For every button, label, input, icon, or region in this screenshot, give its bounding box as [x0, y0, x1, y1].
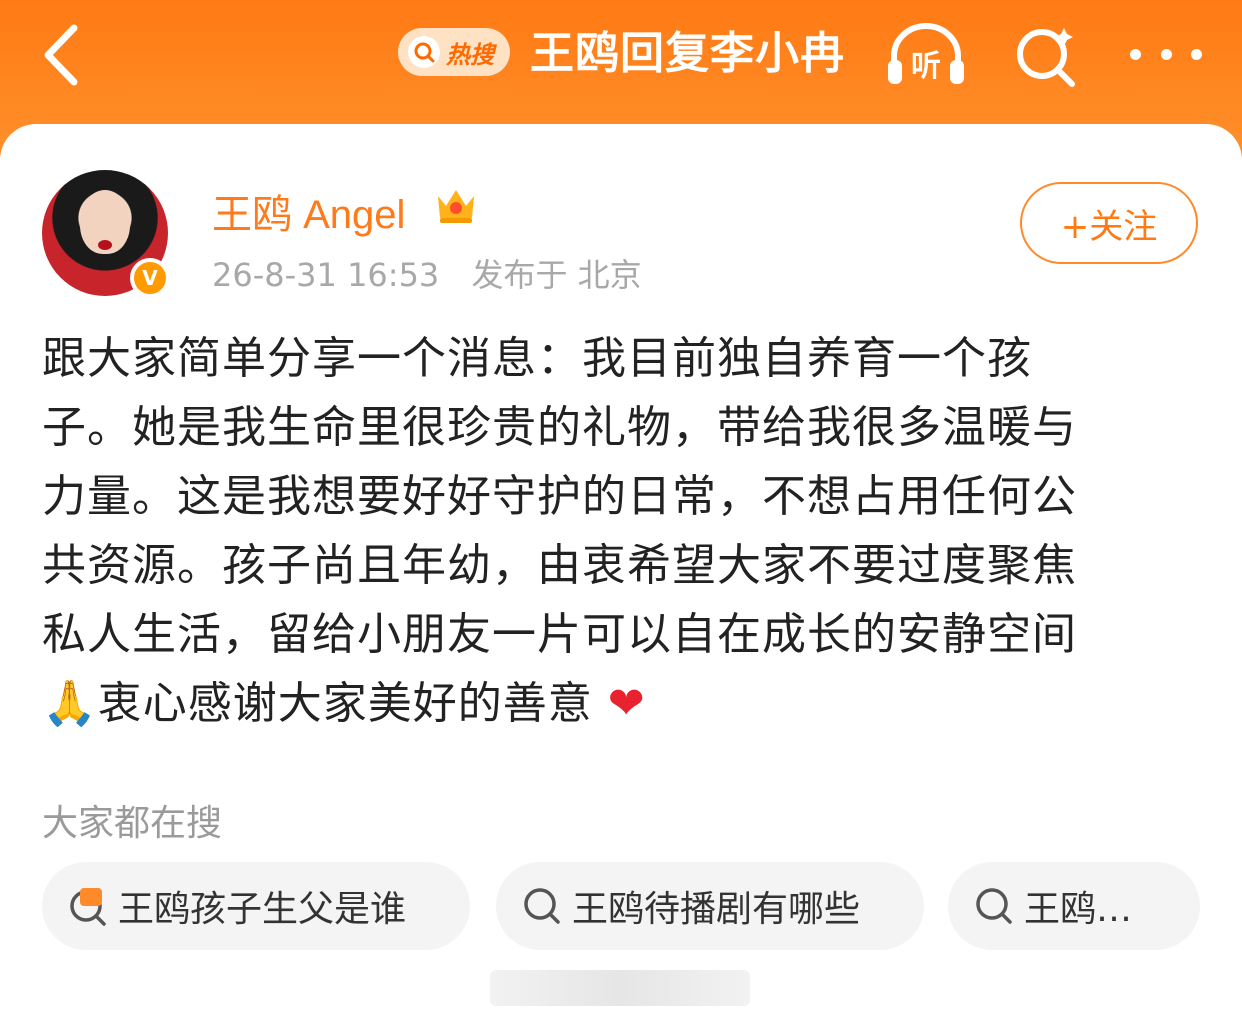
trending-chip-text: 王鸥待播剧有哪些: [572, 889, 861, 930]
hot-search-badge[interactable]: 热搜: [398, 28, 510, 76]
post-line: 共资源。孩子尚且年幼，由衷希望大家不要过度聚焦: [42, 540, 1077, 591]
listen-button[interactable]: 听: [884, 22, 968, 88]
verified-badge-icon: V: [130, 258, 170, 298]
hot-search-label: 热搜: [446, 40, 494, 69]
more-dot-icon: [1191, 48, 1202, 60]
trending-chip[interactable]: 王鸥…: [948, 862, 1200, 950]
search-button[interactable]: [1012, 22, 1078, 88]
trending-chip[interactable]: 王鸥孩子生父是谁: [42, 862, 470, 950]
loading-placeholder: [490, 970, 750, 1006]
post-line: 子。她是我生命里很珍贵的礼物，带给我很多温暖与: [42, 402, 1077, 453]
more-button[interactable]: [1130, 36, 1202, 72]
search-icon: [1017, 28, 1075, 87]
trending-chip[interactable]: 王鸥待播剧有哪些: [496, 862, 924, 950]
back-arrow-icon: [44, 24, 78, 86]
post-card: V 王鸥 Angel 26-8-31 16:53 发布于 北京 +关注 跟大家简…: [0, 124, 1242, 1018]
post-line-last: 🙏衷心感谢大家美好的善意 ❤: [42, 669, 1182, 738]
headphones-icon: 听: [888, 23, 964, 84]
trending-label: 大家都在搜: [42, 803, 223, 844]
post-line: 跟大家简单分享一个消息：我目前独自养育一个孩: [42, 333, 1032, 384]
heart-icon: ❤: [607, 678, 646, 729]
username[interactable]: 王鸥 Angel: [212, 182, 405, 240]
post-timestamp: 26-8-31 16:53: [212, 256, 440, 294]
svg-text:听: 听: [911, 49, 941, 84]
hot-search-icon: [70, 888, 106, 926]
more-dot-icon: [1130, 48, 1141, 60]
praying-hands-icon: 🙏: [42, 678, 98, 729]
search-icon: [524, 888, 560, 924]
back-button[interactable]: [30, 22, 90, 88]
post-line: 私人生活，留给小朋友一片可以自在成长的安静空间: [42, 609, 1077, 660]
post-location: 发布于 北京: [471, 256, 642, 294]
trending-chips: 王鸥孩子生父是谁 王鸥待播剧有哪些 王鸥…: [42, 862, 1202, 952]
more-dot-icon: [1160, 48, 1172, 60]
avatar[interactable]: V: [42, 170, 172, 300]
follow-button[interactable]: +关注: [1020, 182, 1198, 264]
crown-icon: [438, 190, 474, 223]
post-line: 力量。这是我想要好好守护的日常，不想占用任何公: [42, 471, 1077, 522]
trending-chip-text: 王鸥孩子生父是谁: [118, 889, 407, 930]
post-line-text: 衷心感谢大家美好的善意: [97, 678, 593, 729]
trending-chip-text: 王鸥…: [1024, 889, 1133, 930]
post-body: 跟大家简单分享一个消息：我目前独自养育一个孩 子。她是我生命里很珍贵的礼物，带给…: [42, 324, 1182, 738]
search-icon: [408, 36, 440, 68]
page-title: 王鸥回复李小冉: [530, 28, 845, 79]
post-meta: 26-8-31 16:53 发布于 北京: [212, 250, 642, 296]
search-icon: [976, 888, 1012, 924]
